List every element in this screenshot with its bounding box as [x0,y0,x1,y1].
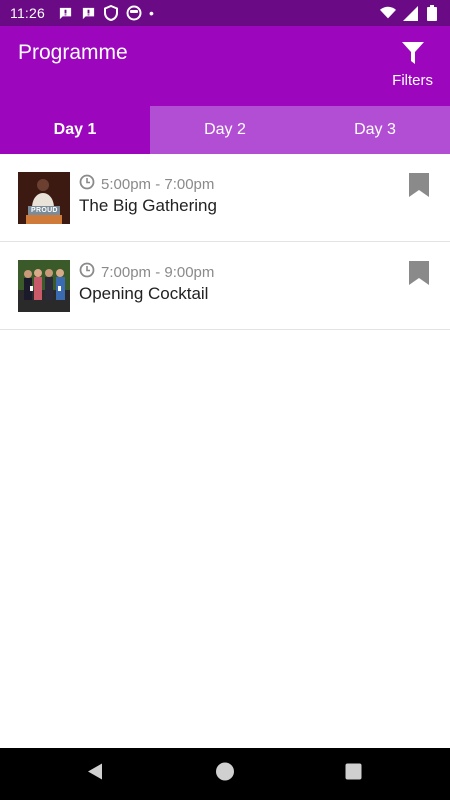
list-item[interactable]: PROUD 5:00pm - 7:00pm The Big Gathering [0,154,450,242]
filter-icon [401,41,425,70]
face-icon [126,5,142,21]
app-bar: Programme Filters [0,26,450,106]
clock-icon [79,262,95,282]
thumbnail-caption: PROUD [31,207,58,214]
recents-icon[interactable] [345,763,362,785]
tab-day-3[interactable]: Day 3 [300,106,450,154]
wifi-icon [380,5,396,21]
event-thumbnail: PROUD [18,172,70,224]
event-title: The Big Gathering [79,196,217,215]
home-icon[interactable] [215,762,235,787]
event-time-text: 7:00pm - 9:00pm [101,263,215,281]
event-thumbnail [18,260,70,312]
shield-icon [103,5,119,21]
tab-day-2[interactable]: Day 2 [150,106,300,154]
back-icon[interactable] [86,763,104,786]
filters-label: Filters [392,72,433,89]
event-time-text: 5:00pm - 7:00pm [101,175,215,193]
battery-icon [424,5,440,21]
event-time: 7:00pm - 9:00pm [79,262,214,282]
clock-icon [79,174,95,194]
bookmark-icon[interactable] [408,172,430,198]
bookmark-icon[interactable] [408,260,430,286]
filters-button[interactable]: Filters [392,41,433,89]
status-left: 11:26 • [10,5,154,21]
message-icon [80,5,96,21]
status-bar: 11:26 • [0,0,450,26]
system-nav-bar [0,748,450,800]
tab-day-1[interactable]: Day 1 [0,106,150,154]
event-list: PROUD 5:00pm - 7:00pm The Big Gathering [0,154,450,330]
day-tabs: Day 1 Day 2 Day 3 [0,106,450,154]
status-time: 11:26 [10,5,45,21]
event-time: 5:00pm - 7:00pm [79,174,214,194]
list-item[interactable]: 7:00pm - 9:00pm Opening Cocktail [0,242,450,330]
status-notification-icons: • [57,5,154,21]
status-right [380,5,440,21]
event-title: Opening Cocktail [79,284,209,303]
page-title: Programme [18,41,128,64]
message-icon [57,5,73,21]
signal-icon [402,5,418,21]
status-dot: • [149,5,154,21]
